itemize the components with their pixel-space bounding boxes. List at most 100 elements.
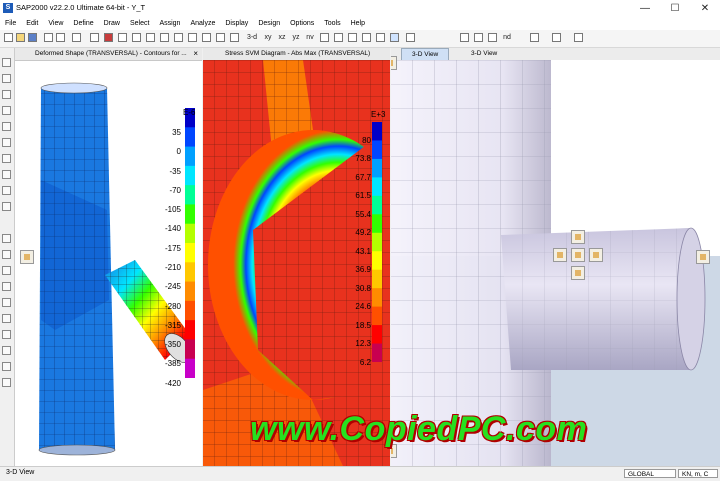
pan-down-button[interactable] [571, 266, 585, 280]
scale-label: 18.5 [355, 320, 371, 330]
set-display-icon[interactable] [376, 33, 385, 42]
draw-line-icon[interactable] [2, 106, 11, 115]
menu-display[interactable]: Display [220, 17, 253, 30]
snap-joint-icon[interactable] [2, 298, 11, 307]
close-button[interactable]: ✕ [690, 0, 720, 17]
menu-file[interactable]: File [0, 17, 21, 30]
view-nv-button[interactable]: nv [304, 32, 316, 44]
view-corner-button[interactable] [391, 56, 397, 70]
quick-draw-icon[interactable] [2, 170, 11, 179]
menu-draw[interactable]: Draw [99, 17, 125, 30]
menu-analyze[interactable]: Analyze [185, 17, 220, 30]
grid-icon[interactable] [406, 33, 415, 42]
stress-diagram-panel[interactable]: Stress SVM Diagram - Abs Max (TRANSVERSA… [203, 48, 390, 466]
menu-design[interactable]: Design [253, 17, 285, 30]
snap-perp-icon[interactable] [2, 346, 11, 355]
coord-system-select[interactable]: GLOBAL [624, 469, 676, 478]
redo-icon[interactable] [56, 33, 65, 42]
view-xy-button[interactable]: xy [262, 32, 274, 44]
clear-selection-icon[interactable] [2, 266, 11, 275]
pointer-icon[interactable] [2, 58, 11, 67]
units-select[interactable]: KN, m, C [678, 469, 718, 478]
pan-up-button[interactable] [571, 230, 585, 244]
view-xz-button[interactable]: xz [276, 32, 288, 44]
pencil-icon[interactable] [104, 33, 113, 42]
text-icon[interactable] [530, 33, 539, 42]
draw-section-icon[interactable] [488, 33, 497, 42]
scale-swatch [372, 140, 382, 160]
zoom-in-icon[interactable] [146, 33, 155, 42]
run-analysis-icon[interactable] [118, 33, 127, 42]
rotate-icon[interactable] [320, 33, 329, 42]
menu-edit[interactable]: Edit [21, 17, 43, 30]
draw-frame-icon[interactable] [460, 33, 469, 42]
maximize-button[interactable]: ☐ [660, 0, 690, 17]
deformed-shape-panel[interactable]: Deformed Shape (TRANSVERSAL) - Contours … [15, 48, 202, 466]
zoom-all-icon[interactable] [216, 33, 225, 42]
status-view-label: 3-D View [6, 469, 35, 476]
left-panel-nav-button[interactable] [20, 250, 34, 264]
lock-icon[interactable] [90, 33, 99, 42]
pan-left-button[interactable] [553, 248, 567, 262]
more-tools-icon[interactable] [574, 33, 583, 42]
reshape-icon[interactable] [2, 74, 11, 83]
title-bar: S SAP2000 v22.2.0 Ultimate 64-bit - Y_T … [0, 0, 720, 18]
select-prev-icon[interactable] [2, 250, 11, 259]
view-yz-button[interactable]: yz [290, 32, 302, 44]
down-arrow-icon[interactable] [362, 33, 371, 42]
draw-poly-icon[interactable] [2, 122, 11, 131]
menu-tools[interactable]: Tools [319, 17, 345, 30]
intersect-icon[interactable] [2, 282, 11, 291]
scale-label: -35 [169, 166, 181, 176]
draw-area-icon[interactable] [474, 33, 483, 42]
display-options-icon[interactable] [552, 33, 561, 42]
scale-label: 43.1 [355, 246, 371, 256]
up-arrow-icon[interactable] [348, 33, 357, 42]
perspective-icon[interactable] [334, 33, 343, 42]
3d-view-panel[interactable]: 3-D View 3-D View [391, 48, 720, 466]
snap-mid-icon[interactable] [2, 314, 11, 323]
menu-help[interactable]: Help [346, 17, 370, 30]
view-3d-button[interactable]: 3-d [244, 32, 260, 44]
pan-center-button[interactable] [571, 248, 585, 262]
pan-right-button[interactable] [589, 248, 603, 262]
zoom-fit-icon[interactable] [174, 33, 183, 42]
snap-grid-icon[interactable] [2, 378, 11, 387]
new-file-icon[interactable] [4, 33, 13, 42]
draw-rect-icon[interactable] [2, 138, 11, 147]
snap-line-icon[interactable] [2, 362, 11, 371]
select-all-icon[interactable] [2, 234, 11, 243]
menu-view[interactable]: View [43, 17, 68, 30]
scale-swatch [185, 204, 195, 225]
undo-icon[interactable] [44, 33, 53, 42]
left-scale-exponent: E-6 [183, 108, 196, 117]
refresh-icon[interactable] [72, 33, 81, 42]
tab-3d-view-inactive[interactable]: 3-D View [461, 48, 507, 60]
nd-button[interactable]: nd [500, 32, 514, 44]
save-icon[interactable] [28, 33, 37, 42]
draw-tendon-icon[interactable] [2, 202, 11, 211]
zoom-window-icon[interactable] [132, 33, 141, 42]
snap-end-icon[interactable] [2, 330, 11, 339]
draw-solid-icon[interactable] [2, 154, 11, 163]
menu-assign[interactable]: Assign [154, 17, 185, 30]
3d-solid-view[interactable] [391, 60, 720, 466]
zoom-out-icon[interactable] [160, 33, 169, 42]
minimize-button[interactable]: — [630, 0, 660, 17]
draw-joint-icon[interactable] [2, 90, 11, 99]
scale-swatch [185, 223, 195, 244]
scale-swatch [185, 320, 195, 340]
open-folder-icon[interactable] [16, 33, 25, 42]
right-edge-nav-button[interactable] [696, 250, 710, 264]
close-icon[interactable]: × [193, 48, 198, 60]
zoom-prev-icon[interactable] [188, 33, 197, 42]
pan-icon[interactable] [230, 33, 239, 42]
scale-swatch [185, 358, 195, 378]
menu-define[interactable]: Define [68, 17, 98, 30]
zoom-region-icon[interactable] [202, 33, 211, 42]
check-icon[interactable] [390, 33, 399, 42]
menu-options[interactable]: Options [285, 17, 319, 30]
draw-link-icon[interactable] [2, 186, 11, 195]
menu-select[interactable]: Select [125, 17, 154, 30]
scale-label: 24.6 [355, 302, 371, 312]
